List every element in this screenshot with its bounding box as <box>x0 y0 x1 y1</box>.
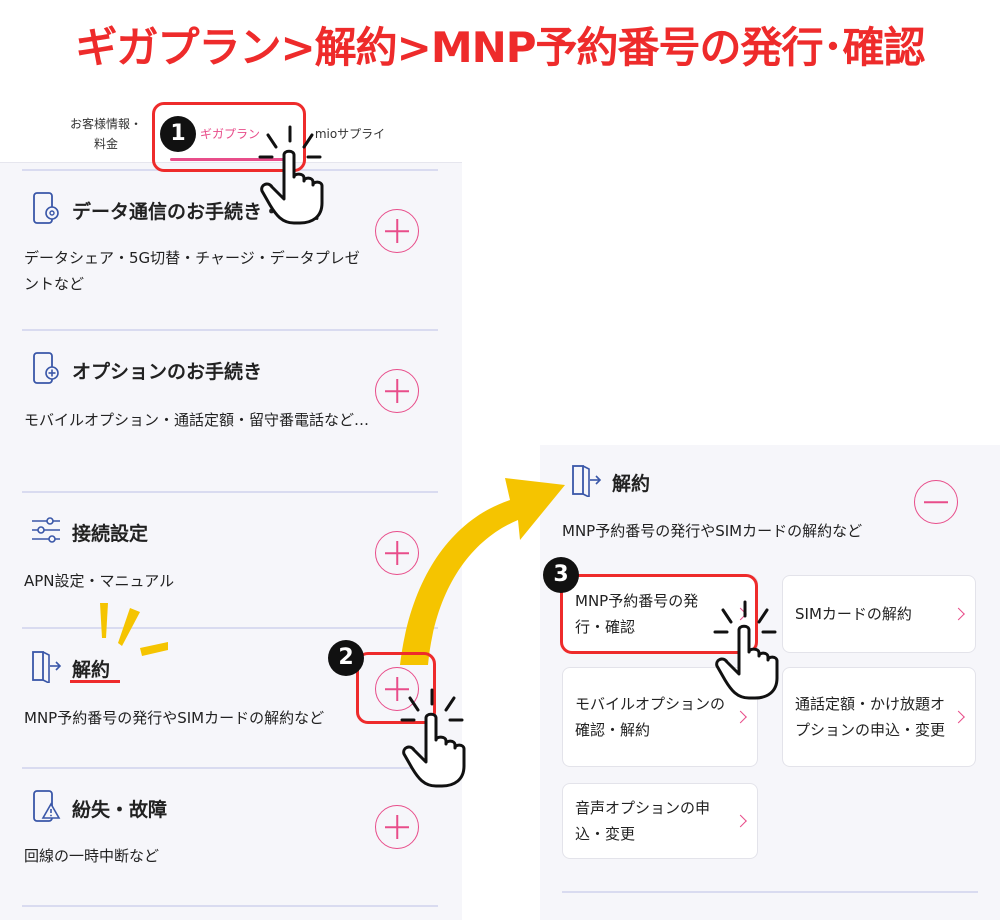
title-underline <box>70 680 120 683</box>
card-sim-cancel[interactable]: SIMカードの解約 <box>782 575 976 653</box>
card-voice-option[interactable]: 音声オプションの申込・変更 <box>562 783 758 859</box>
step-badge-1: 1 <box>160 116 196 152</box>
divider <box>22 905 438 907</box>
section-description: モバイルオプション・通話定額・留守番電話など… <box>24 411 370 429</box>
expand-button[interactable] <box>375 209 419 253</box>
page-title: ギガプラン>解約>MNP予約番号の発行･確認 <box>75 23 925 72</box>
section-description: APN設定・マニュアル <box>24 572 175 590</box>
section-title: 接続設定 <box>72 523 149 545</box>
divider <box>22 627 438 629</box>
card-label: モバイルオプションの確認・解約 <box>575 695 726 739</box>
chevron-right-icon <box>952 710 965 724</box>
tab-customer-info[interactable]: お客様情報・ 料金 <box>60 114 152 154</box>
section-title: 解約 <box>612 473 651 495</box>
section-description: データシェア・5G切替・チャージ・データプレゼントなど <box>24 249 360 293</box>
expand-button[interactable] <box>375 805 419 849</box>
yellow-arrow-icon <box>400 478 565 665</box>
phone-plus-icon <box>33 352 59 384</box>
section-description: 回線の一時中断など <box>24 847 160 865</box>
card-label: 通話定額・かけ放題オプションの申込・変更 <box>795 695 946 739</box>
divider <box>562 891 978 893</box>
phone-warning-icon <box>33 790 61 822</box>
card-label: 音声オプションの申込・変更 <box>575 799 711 843</box>
sliders-icon <box>32 517 60 543</box>
tap-hand-icon <box>400 688 466 788</box>
section-title: オプションのお手続き <box>72 361 263 383</box>
card-call-option[interactable]: 通話定額・かけ放題オプションの申込・変更 <box>782 667 976 767</box>
section-title: 紛失・故障 <box>72 799 168 821</box>
step-badge-3: 3 <box>543 557 579 593</box>
divider <box>22 329 438 331</box>
expand-button[interactable] <box>375 369 419 413</box>
tap-hand-icon <box>713 600 779 700</box>
section-description: MNP予約番号の発行やSIMカードの解約など <box>562 522 863 540</box>
step-badge-2: 2 <box>328 640 364 676</box>
chevron-right-icon <box>734 814 747 828</box>
emphasis-marks-icon <box>100 603 168 656</box>
phone-gear-icon <box>33 192 59 224</box>
chevron-right-icon <box>952 607 965 621</box>
tab-label: お客様情報・ 料金 <box>69 117 142 151</box>
divider <box>22 491 438 493</box>
chevron-right-icon <box>734 710 747 724</box>
tap-hand-icon <box>258 125 324 225</box>
section-description: MNP予約番号の発行やSIMカードの解約など <box>24 709 325 727</box>
card-label: SIMカードの解約 <box>795 605 912 623</box>
exit-door-icon <box>32 651 62 683</box>
divider <box>22 767 438 769</box>
